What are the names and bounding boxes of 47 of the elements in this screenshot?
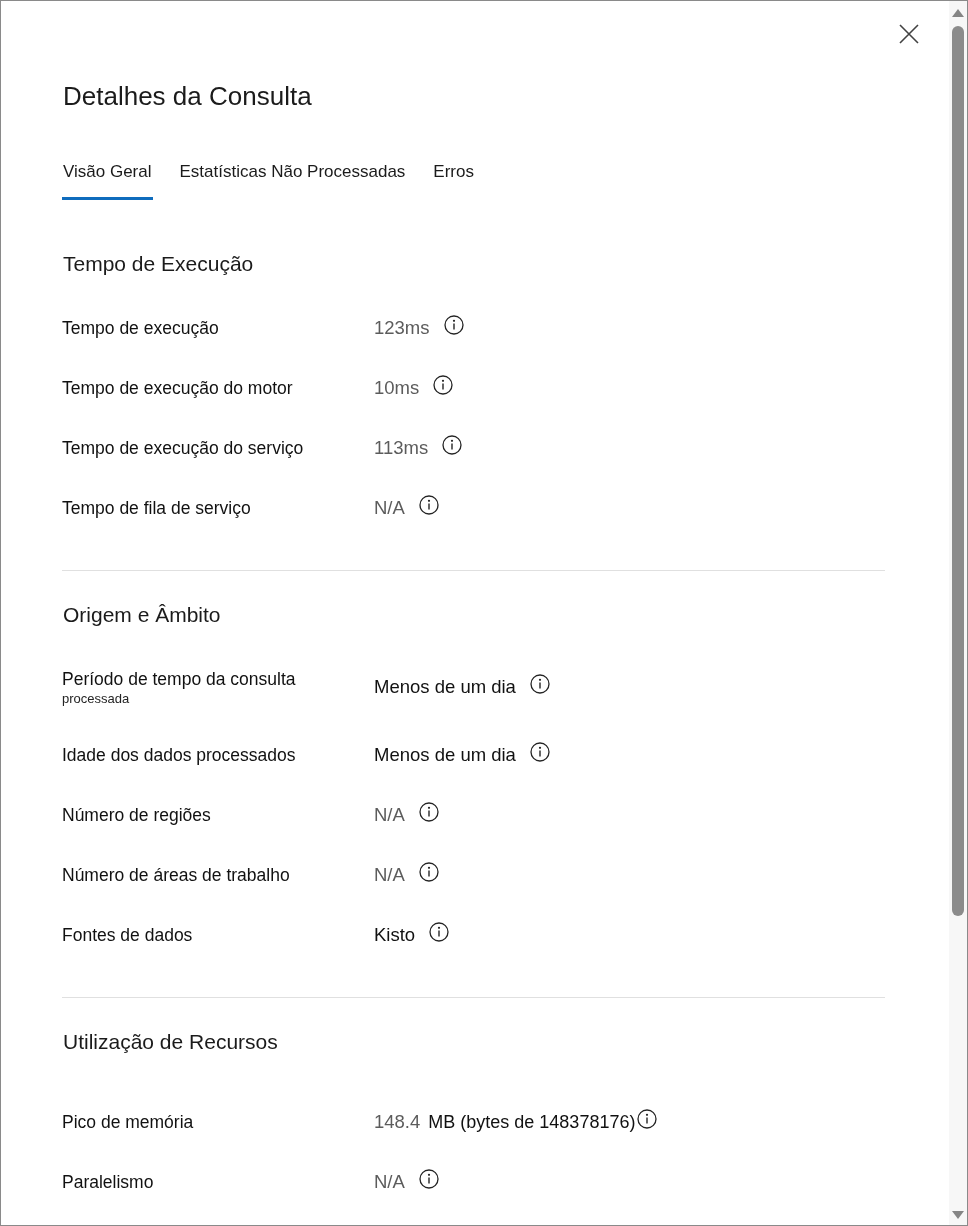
field-label: Período de tempo da consulta (62, 668, 296, 691)
field-label: Tempo de execução do motor (62, 377, 293, 400)
tab[interactable]: Erros (432, 148, 475, 200)
info-icon[interactable] (429, 922, 450, 942)
tab[interactable]: Visão Geral (62, 148, 153, 200)
field-label: Paralelismo (62, 1171, 154, 1194)
section-title: Utilização de Recursos (63, 1029, 279, 1055)
field-value-detail: MB (bytes de 148378176) (428, 1111, 636, 1134)
field-label-note: processada (62, 691, 130, 707)
field-label: Idade dos dados processados (62, 744, 296, 767)
close-icon (899, 24, 919, 44)
info-icon[interactable] (529, 742, 550, 762)
section-title: Tempo de Execução (63, 251, 255, 277)
dialog-title: Detalhes da Consulta (63, 80, 313, 112)
field-value: 10ms (374, 376, 420, 400)
field-label: Tempo de execução (62, 317, 219, 340)
info-icon[interactable] (443, 315, 464, 335)
field-value: Kisto (374, 923, 416, 947)
field-value: N/A (374, 863, 405, 887)
scroll-up-arrow-icon[interactable] (952, 9, 964, 17)
field-label: Número de áreas de trabalho (62, 864, 290, 887)
field-label: Tempo de execução do serviço (62, 437, 304, 460)
field-value: N/A (374, 496, 405, 520)
field-value: Menos de um dia (374, 743, 516, 767)
field-label: Pico de memória (62, 1111, 194, 1134)
info-icon[interactable] (418, 495, 439, 515)
section-title: Origem e Âmbito (63, 602, 222, 628)
field-label: Tempo de fila de serviço (62, 497, 251, 520)
field-label: Número de regiões (62, 804, 211, 827)
scroll-down-arrow-icon[interactable] (952, 1211, 964, 1219)
field-value: 113ms (374, 436, 429, 460)
info-icon[interactable] (418, 802, 439, 822)
scrollbar-thumb[interactable] (952, 26, 964, 916)
info-icon[interactable] (529, 674, 550, 694)
field-value: 123ms (374, 316, 430, 340)
info-icon[interactable] (418, 1169, 439, 1189)
field-value: N/A (374, 1170, 405, 1194)
field-label: Fontes de dados (62, 924, 193, 947)
info-icon[interactable] (433, 375, 454, 395)
field-value: N/A (374, 803, 405, 827)
close-button[interactable] (897, 22, 921, 46)
info-icon[interactable] (637, 1109, 658, 1129)
info-icon[interactable] (418, 862, 439, 882)
field-value: 148.4 (374, 1110, 421, 1134)
tab[interactable]: Estatísticas Não Processadas (178, 148, 407, 200)
info-icon[interactable] (442, 435, 463, 455)
field-value: Menos de um dia (374, 675, 516, 699)
